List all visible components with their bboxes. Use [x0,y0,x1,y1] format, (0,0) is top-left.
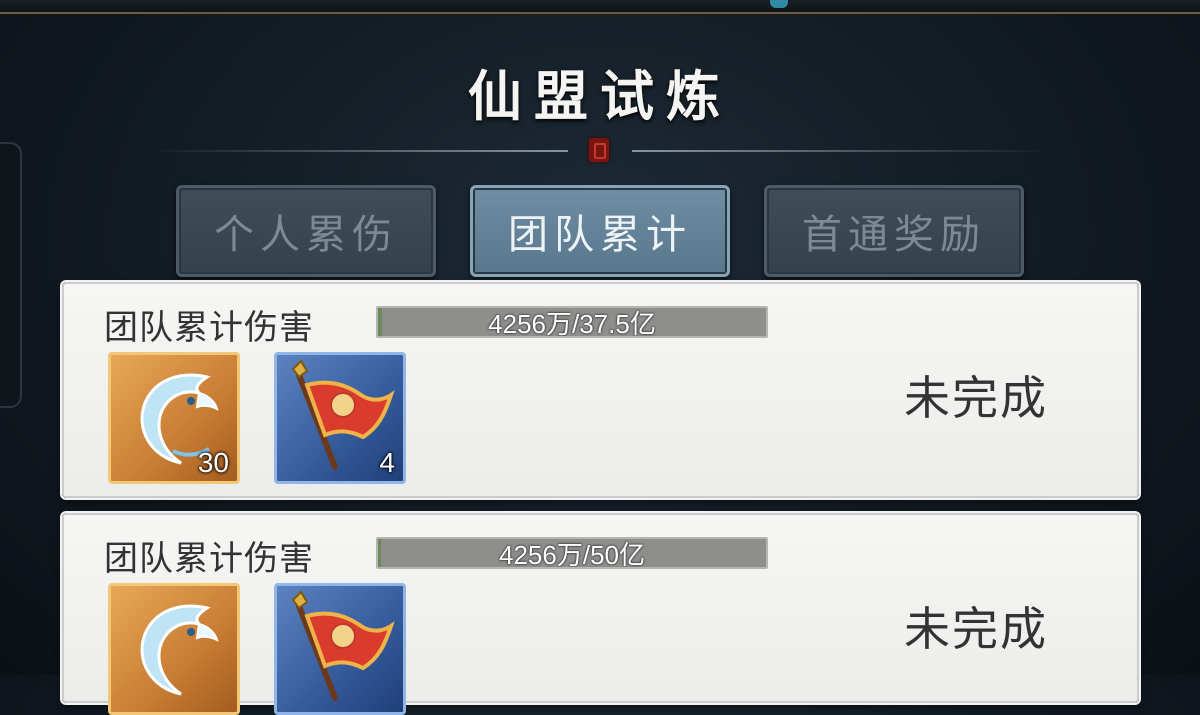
moon-blade-icon [140,604,219,696]
tab-team-cumulative[interactable]: 团队累计 [470,185,730,277]
item-count: 4 [379,447,395,478]
status-text: 未完成 [904,371,1048,425]
reward-item-slot[interactable]: 30 [108,352,240,484]
reward-item-slot[interactable] [108,583,240,715]
red-banner-flag-icon [291,590,395,701]
damage-progress-bar: 4256万/37.5亿 [376,306,768,338]
red-seal-icon [589,138,609,162]
top-frame-gem [770,0,788,8]
damage-progress-bar: 4256万/50亿 [376,537,768,569]
title-divider-right [632,150,1050,152]
top-frame-bar [0,0,1200,14]
progress-text: 4256万/50亿 [499,539,645,569]
reward-item-slot[interactable] [274,583,406,715]
progress-fill [378,539,382,567]
title-divider-left [150,150,568,152]
progress-text: 4256万/37.5亿 [488,308,656,338]
tab-personal-damage[interactable]: 个人累伤 [176,185,436,277]
reward-card: 团队累计伤害 4256万/37.5亿 30 4 未完成 [62,282,1139,498]
progress-fill [378,308,383,336]
reward-label: 团队累计伤害 [104,539,314,579]
tab-first-clear-reward[interactable]: 首通奖励 [764,185,1024,277]
item-count: 30 [197,447,229,478]
page-title: 仙盟试炼 [468,64,732,128]
side-panel-handle[interactable] [0,142,22,408]
status-text: 未完成 [904,602,1048,656]
reward-item-slot[interactable]: 4 [274,352,406,484]
reward-label: 团队累计伤害 [104,308,314,348]
